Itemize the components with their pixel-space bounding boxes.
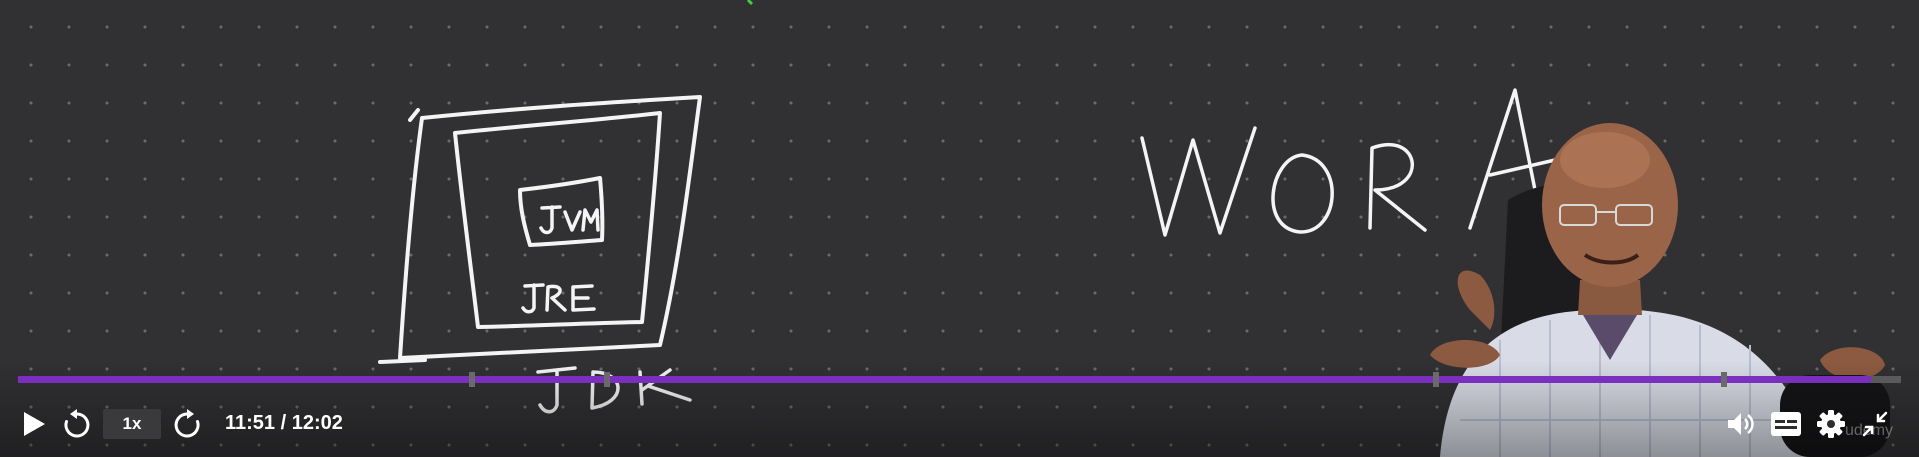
progress-fill (18, 376, 1871, 383)
play-button[interactable] (16, 404, 52, 444)
rewind-icon (64, 409, 90, 438)
playback-speed-button[interactable]: 1x (103, 409, 161, 439)
forward-button[interactable] (168, 404, 206, 444)
progress-bar[interactable] (18, 372, 1901, 387)
play-icon (24, 412, 45, 436)
volume-button[interactable] (1724, 404, 1758, 444)
rewind-button[interactable] (58, 404, 96, 444)
time-display: 11:51 / 12:02 (225, 412, 343, 434)
chapter-marker[interactable] (1432, 372, 1439, 387)
captions-icon (1771, 412, 1801, 436)
volume-icon (1728, 413, 1754, 435)
chapter-marker[interactable] (604, 372, 611, 387)
forward-icon (174, 409, 200, 438)
gear-icon (1817, 410, 1845, 438)
settings-button[interactable] (1813, 404, 1849, 444)
chapter-marker[interactable] (1720, 372, 1727, 387)
video-frame[interactable]: 1x 11:51 / 12:02 udemy (0, 0, 1919, 457)
captions-button[interactable] (1766, 404, 1806, 444)
jvm-box (518, 176, 605, 247)
player-controls (0, 360, 1919, 457)
udemy-watermark: udemy (1845, 422, 1894, 439)
jdk-box (398, 95, 702, 360)
chapter-marker[interactable] (468, 372, 475, 387)
